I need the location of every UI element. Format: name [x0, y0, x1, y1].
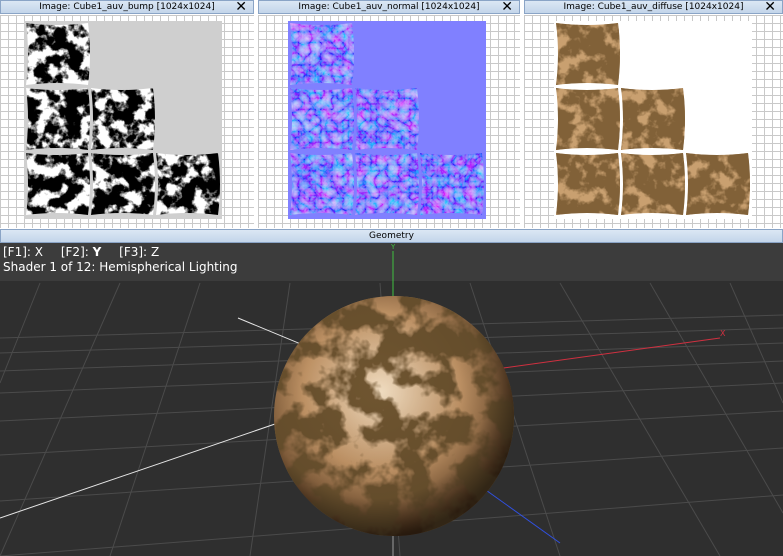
viewport-scene: [0, 243, 783, 556]
normal-image-panel: Image: Cube1_auv_normal [1024x1024] ✕: [258, 0, 520, 228]
viewport-overlay: [F1]: X [F2]: Y [F3]: Z Shader 1 of 12: …: [3, 245, 237, 275]
shortcut-f2[interactable]: [F2]: Y: [61, 245, 101, 259]
bump-panel-title: Image: Cube1_auv_bump [1024x1024]: [39, 2, 215, 12]
geometry-viewport[interactable]: X Y [F1]: X [F2]: Y [F3]: Z Shader 1 of …: [0, 243, 783, 556]
diffuse-image-panel: Image: Cube1_auv_diffuse [1024x1024] ✕: [524, 0, 783, 228]
textured-sphere: [274, 296, 514, 536]
normal-panel-canvas: [258, 15, 520, 228]
normal-panel-title-bar[interactable]: Image: Cube1_auv_normal [1024x1024] ✕: [258, 0, 520, 15]
axis-shortcut-row: [F1]: X [F2]: Y [F3]: Z: [3, 245, 237, 260]
geometry-title-bar[interactable]: Geometry: [0, 229, 783, 243]
diffuse-panel-title: Image: Cube1_auv_diffuse [1024x1024]: [563, 2, 744, 12]
close-icon[interactable]: ✕: [764, 0, 776, 15]
shortcut-f1[interactable]: [F1]: X: [3, 245, 43, 259]
y-axis-label: Y: [391, 243, 396, 251]
close-icon[interactable]: ✕: [501, 0, 513, 15]
bump-panel-canvas: [0, 15, 254, 228]
shader-status: Shader 1 of 12: Hemispherical Lighting: [3, 260, 238, 274]
shortcut-f3[interactable]: [F3]: Z: [119, 245, 159, 259]
geometry-title: Geometry: [369, 231, 414, 241]
bump-texture-image: [24, 21, 222, 219]
normal-texture-image: [288, 21, 486, 219]
normal-panel-title: Image: Cube1_auv_normal [1024x1024]: [298, 2, 480, 12]
x-axis-label: X: [720, 329, 726, 338]
bump-image-panel: Image: Cube1_auv_bump [1024x1024] ✕: [0, 0, 254, 228]
diffuse-panel-title-bar[interactable]: Image: Cube1_auv_diffuse [1024x1024] ✕: [524, 0, 783, 15]
diffuse-panel-canvas: [524, 15, 783, 228]
diffuse-texture-image: [554, 21, 752, 219]
bump-panel-title-bar[interactable]: Image: Cube1_auv_bump [1024x1024] ✕: [0, 0, 254, 15]
close-icon[interactable]: ✕: [235, 0, 247, 15]
